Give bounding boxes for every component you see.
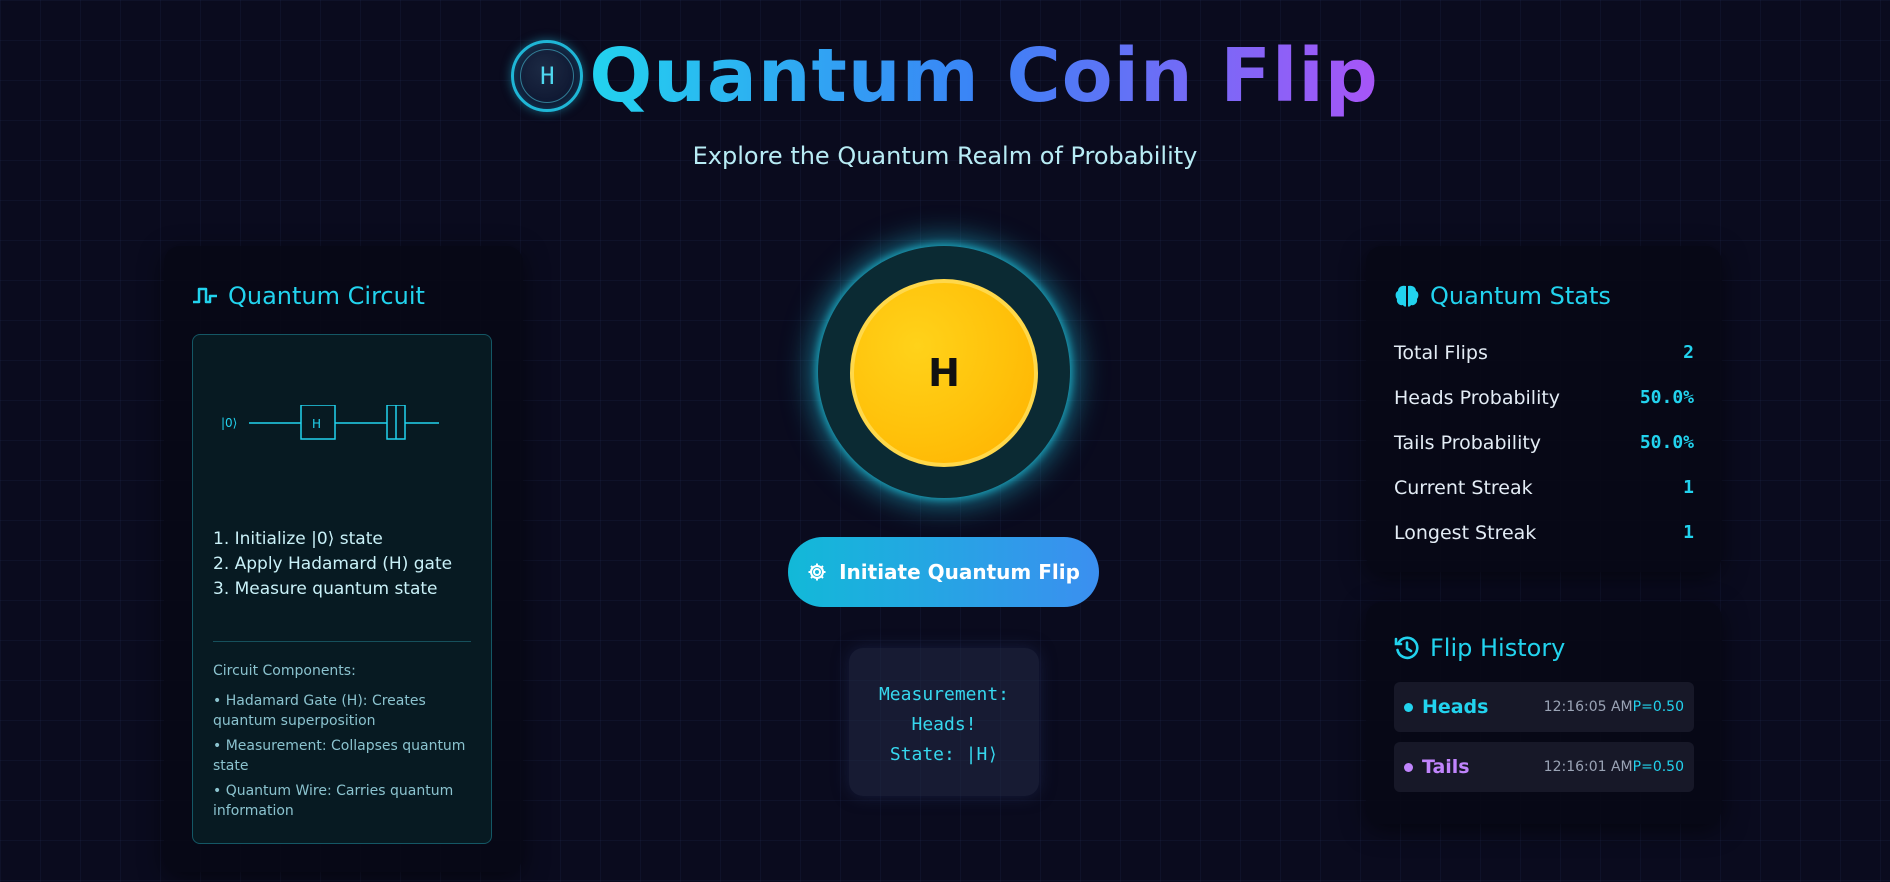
brain-icon (1395, 285, 1419, 307)
quantum-coin[interactable]: H (850, 279, 1038, 467)
stat-row-current-streak: Current Streak 1 (1394, 465, 1694, 510)
flip-history-header: Flip History (1394, 634, 1694, 662)
page-title: Quantum Coin Flip (589, 33, 1379, 119)
divider (213, 641, 471, 642)
quantum-stats-header: Quantum Stats (1394, 282, 1694, 310)
stat-value: 50.0% (1639, 387, 1694, 408)
measurement-state: State: |H⟩ (889, 744, 999, 765)
pulse-wave-icon (193, 287, 217, 304)
stat-value: 2 (1683, 342, 1694, 363)
history-item: Tails 12:16:01 AM P=0.50 (1394, 742, 1694, 792)
circuit-step: 1. Initialize |0⟩ state (213, 529, 383, 549)
circuit-component-item: • Hadamard Gate (H): Creates quantum sup… (213, 693, 426, 729)
stat-value: 50.0% (1639, 432, 1694, 453)
stat-label: Current Streak (1394, 476, 1533, 499)
stat-row-total-flips: Total Flips 2 (1394, 330, 1694, 375)
circuit-components-title: Circuit Components: (213, 663, 356, 679)
history-result: Heads (1421, 696, 1489, 718)
circuit-step: 2. Apply Hadamard (H) gate (213, 554, 453, 574)
stat-label: Longest Streak (1394, 521, 1537, 544)
coin-face: H (928, 351, 960, 395)
history-list: Heads 12:16:05 AM P=0.50 Tails 12:16:01 … (1394, 682, 1694, 792)
quantum-circuit-panel: Quantum Circuit |0⟩ H 1. Initialize |0⟩ … (164, 246, 523, 872)
circuit-diagram: |0⟩ H (221, 405, 439, 440)
stat-row-tails-probability: Tails Probability 50.0% (1394, 420, 1694, 465)
quantum-coin-logo-icon: H (511, 40, 584, 112)
hadamard-gate-label: H (312, 417, 321, 431)
history-icon (1394, 636, 1419, 660)
history-time: 12:16:01 AM (1543, 759, 1633, 775)
stat-label: Total Flips (1394, 341, 1488, 364)
page-subtitle: Explore the Quantum Realm of Probability (692, 142, 1198, 170)
quantum-stats-panel: Quantum Stats Total Flips 2 Heads Probab… (1366, 246, 1722, 572)
quantum-circuit-header: Quantum Circuit (192, 282, 495, 310)
stat-value: 1 (1683, 522, 1694, 543)
tails-dot-icon (1404, 762, 1413, 772)
stat-label: Tails Probability (1394, 431, 1542, 454)
circuit-component-item: • Measurement: Collapses quantum state (213, 738, 466, 774)
history-probability: P=0.50 (1632, 699, 1684, 715)
measurement-result: Heads! (911, 714, 977, 735)
logo-text: H (540, 62, 555, 90)
logo-inner: H (520, 49, 575, 103)
stat-label: Heads Probability (1394, 386, 1561, 409)
circuit-diagram-box: |0⟩ H 1. Initialize |0⟩ state 2. Apply H… (192, 334, 492, 844)
stats-list: Total Flips 2 Heads Probability 50.0% Ta… (1394, 330, 1694, 555)
header: H Quantum Coin Flip Explore the Quantum … (0, 30, 1890, 170)
history-item: Heads 12:16:05 AM P=0.50 (1394, 682, 1694, 732)
flip-history-panel: Flip History Heads 12:16:05 AM P=0.50 Ta… (1366, 602, 1722, 824)
circuit-step: 3. Measure quantum state (213, 579, 438, 599)
circuit-components: Circuit Components: • Hadamard Gate (H):… (213, 663, 473, 826)
flip-history-title: Flip History (1430, 634, 1566, 662)
gear-icon (808, 563, 826, 581)
initiate-flip-button[interactable]: Initiate Quantum Flip (788, 537, 1099, 607)
circuit-input-label: |0⟩ (221, 416, 237, 430)
circuit-steps: 1. Initialize |0⟩ state 2. Apply Hadamar… (213, 527, 452, 602)
title-row: H Quantum Coin Flip (0, 30, 1890, 122)
stat-row-heads-probability: Heads Probability 50.0% (1394, 375, 1694, 420)
history-result: Tails (1421, 756, 1470, 778)
measurement-label: Measurement: (878, 684, 1010, 705)
history-time: 12:16:05 AM (1543, 699, 1633, 715)
quantum-stats-title: Quantum Stats (1430, 282, 1611, 310)
quantum-circuit-title: Quantum Circuit (228, 282, 425, 310)
stat-value: 1 (1683, 477, 1694, 498)
history-probability: P=0.50 (1632, 759, 1684, 775)
initiate-flip-label: Initiate Quantum Flip (839, 560, 1080, 584)
heads-dot-icon (1404, 702, 1413, 712)
measurement-readout: Measurement: Heads! State: |H⟩ (849, 648, 1039, 796)
circuit-component-item: • Quantum Wire: Carries quantum informat… (213, 783, 454, 819)
stat-row-longest-streak: Longest Streak 1 (1394, 510, 1694, 555)
